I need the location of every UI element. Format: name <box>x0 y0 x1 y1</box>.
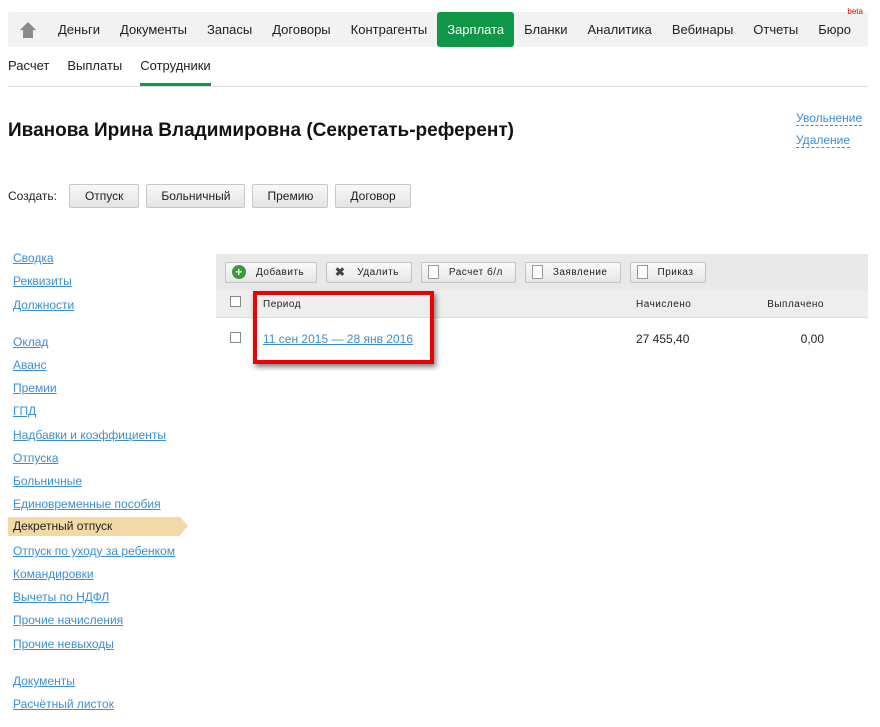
sidebar-item[interactable]: ГПД <box>13 404 36 418</box>
col-paid: Выплачено <box>767 299 824 310</box>
sidebar-item[interactable]: Аванс <box>13 358 47 372</box>
home-button[interactable] <box>8 12 48 47</box>
delete-button[interactable]: ✖ Удалить <box>326 261 412 283</box>
sub-nav: Расчет Выплаты Сотрудники <box>8 58 868 87</box>
nav-webinars[interactable]: Вебинары <box>662 12 743 47</box>
sidebar-item[interactable]: Сводка <box>13 251 54 265</box>
sidebar-item-active[interactable]: Декретный отпуск <box>8 517 188 536</box>
create-sick-leave-button[interactable]: Больничный <box>146 184 246 208</box>
sidebar-item[interactable]: Отпуска <box>13 451 58 465</box>
sidebar-item[interactable]: Командировки <box>13 567 94 581</box>
paid-value: 0,00 <box>800 332 824 346</box>
sidebar-item[interactable]: Премии <box>13 381 57 395</box>
create-bar: Создать: Отпуск Больничный Премию Догово… <box>8 184 411 208</box>
accrued-value: 27 455,40 <box>636 332 690 346</box>
nav-bureau-label: Бюро <box>818 22 851 37</box>
order-label: Приказ <box>657 266 694 278</box>
sidebar-item[interactable]: Оклад <box>13 335 48 349</box>
nav-money[interactable]: Деньги <box>48 12 110 47</box>
create-contract-button[interactable]: Договор <box>335 184 411 208</box>
col-accrued: Начислено <box>636 299 692 310</box>
document-icon <box>531 265 543 279</box>
grid-toolbar: + Добавить ✖ Удалить Расчет б/л Заявление … <box>216 254 868 290</box>
close-icon: ✖ <box>334 265 346 279</box>
sidebar-item[interactable]: Прочие начисления <box>13 613 123 627</box>
sidebar-item[interactable]: Прочие невыходы <box>13 637 114 651</box>
delete-link[interactable]: Удаление <box>796 133 851 148</box>
sidebar-item[interactable]: Единовременные пособия <box>13 497 161 511</box>
nav-analytics[interactable]: Аналитика <box>577 12 661 47</box>
subnav-employees[interactable]: Сотрудники <box>140 58 211 86</box>
document-icon <box>636 265 648 279</box>
nav-reports[interactable]: Отчеты <box>743 12 808 47</box>
page-title: Иванова Ирина Владимировна (Секретать-ре… <box>8 120 514 141</box>
create-vacation-button[interactable]: Отпуск <box>68 184 140 208</box>
sidebar-item[interactable]: Вычеты по НДФЛ <box>13 590 109 604</box>
order-button[interactable]: Приказ <box>629 261 707 283</box>
beta-badge: beta <box>847 7 863 16</box>
add-label: Добавить <box>256 266 305 278</box>
application-label: Заявление <box>552 266 608 278</box>
row-checkbox[interactable] <box>230 332 241 343</box>
select-all-checkbox[interactable] <box>230 296 241 307</box>
delete-label: Удалить <box>357 266 399 278</box>
home-icon <box>20 21 36 38</box>
sidebar-item[interactable]: Отпуск по уходу за ребенком <box>13 544 175 558</box>
dismiss-link[interactable]: Увольнение <box>796 111 863 126</box>
sidebar-item[interactable]: Расчётный листок <box>13 697 114 711</box>
sick-calc-button[interactable]: Расчет б/л <box>420 261 516 283</box>
create-bonus-button[interactable]: Премию <box>252 184 329 208</box>
sidebar-item[interactable]: Должности <box>13 298 74 312</box>
top-nav: Деньги Документы Запасы Договоры Контраг… <box>8 7 868 47</box>
highlight-box <box>253 291 434 364</box>
nav-contracts[interactable]: Договоры <box>262 12 340 47</box>
sick-calc-label: Расчет б/л <box>448 266 503 278</box>
add-button[interactable]: + Добавить <box>225 261 318 283</box>
subnav-calc[interactable]: Расчет <box>8 58 49 86</box>
sidebar-item[interactable]: Документы <box>13 674 75 688</box>
sidebar-item[interactable]: Надбавки и коэффициенты <box>13 428 166 442</box>
sidebar-item[interactable]: Больничные <box>13 474 82 488</box>
create-label: Создать: <box>8 189 57 203</box>
nav-stock[interactable]: Запасы <box>197 12 262 47</box>
subnav-payments[interactable]: Выплаты <box>67 58 122 86</box>
document-icon <box>427 265 439 279</box>
nav-counterparties[interactable]: Контрагенты <box>341 12 438 47</box>
nav-documents[interactable]: Документы <box>110 12 197 47</box>
nav-bureau[interactable]: Бюро beta <box>808 7 863 47</box>
plus-icon: + <box>232 265 246 279</box>
application-button[interactable]: Заявление <box>524 261 621 283</box>
nav-salary[interactable]: Зарплата <box>437 12 515 47</box>
nav-forms[interactable]: Бланки <box>514 12 577 47</box>
sidebar-item[interactable]: Реквизиты <box>13 274 72 288</box>
